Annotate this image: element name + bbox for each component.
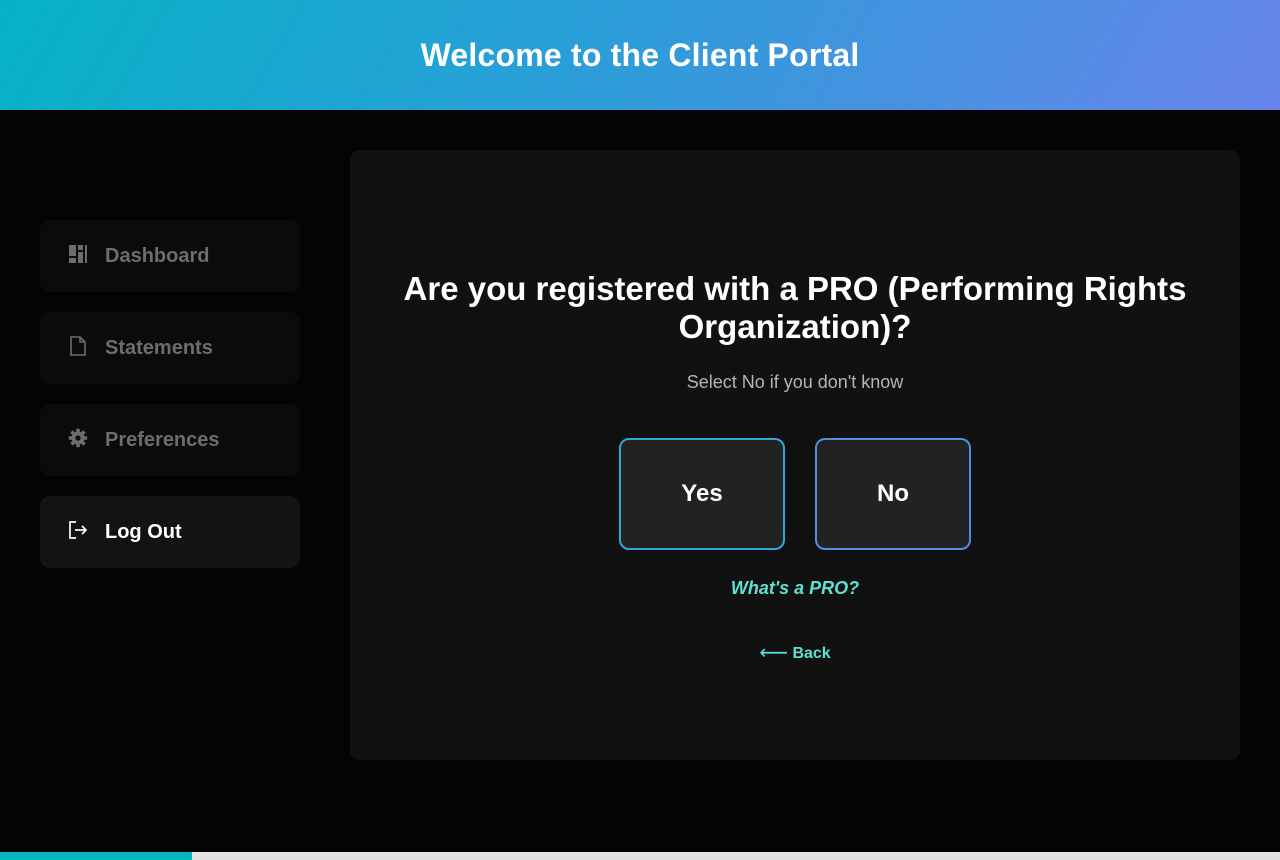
page-title: Welcome to the Client Portal [420, 36, 860, 73]
question-heading: Are you registered with a PRO (Performin… [403, 270, 1187, 345]
question-subtitle: Select No if you don't know [686, 372, 904, 392]
dashboard-icon [68, 244, 88, 264]
document-icon [68, 336, 88, 356]
no-button[interactable]: No [815, 438, 971, 550]
sidebar-item-statements[interactable]: Statements [40, 312, 300, 384]
sidebar-item-label: Dashboard [105, 244, 210, 267]
progress-bar [0, 852, 1280, 860]
sidebar-item-dashboard[interactable]: Dashboard [40, 220, 300, 292]
back-arrow-icon: ⟵ [759, 642, 788, 664]
sidebar-item-logout[interactable]: Log Out [40, 496, 300, 568]
whats-a-pro-link[interactable]: What's a PRO? [350, 578, 1240, 599]
back-link[interactable]: ⟵ Back [350, 640, 1240, 665]
yes-button[interactable]: Yes [619, 438, 785, 550]
sidebar-item-label: Statements [105, 336, 213, 359]
back-link-label: Back [792, 645, 831, 662]
gear-icon [68, 428, 88, 448]
sidebar-item-label: Log Out [105, 520, 182, 543]
sidebar: Dashboard Statements Preferences Log Out [40, 220, 300, 588]
page-header: Welcome to the Client Portal [0, 0, 1280, 110]
sidebar-item-label: Preferences [105, 428, 220, 451]
sidebar-item-preferences[interactable]: Preferences [40, 404, 300, 476]
logout-icon [68, 520, 88, 540]
progress-bar-fill [0, 852, 192, 860]
question-card: Are you registered with a PRO (Performin… [350, 150, 1240, 760]
